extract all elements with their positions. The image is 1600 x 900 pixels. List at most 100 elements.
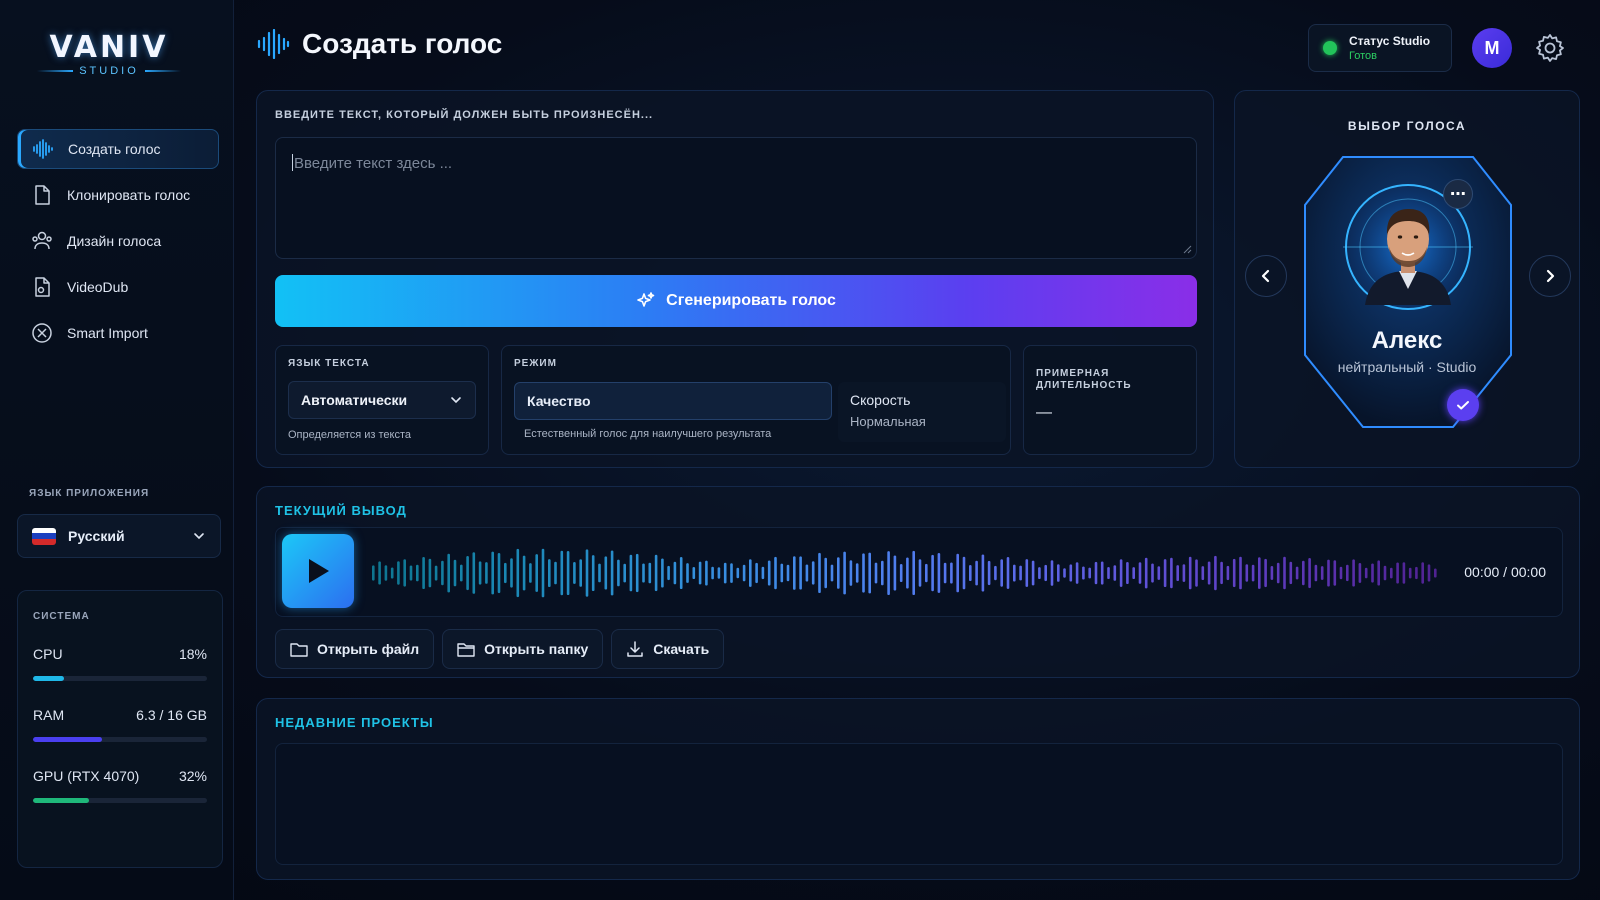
waveform-bar xyxy=(1427,564,1431,582)
system-panel: СИСТЕМА CPU 18% RAM 6.3 / 16 GB GPU (RTX 4… xyxy=(17,590,223,868)
check-icon xyxy=(1457,401,1469,410)
sidebar-item-create-voice[interactable]: Создать голос xyxy=(17,129,219,169)
waveform-bar xyxy=(1006,557,1010,589)
text-language-select[interactable]: Автоматически xyxy=(288,381,476,419)
waveform-bar xyxy=(1094,561,1098,585)
voice-more-button[interactable]: ⋯ xyxy=(1443,179,1473,209)
next-voice-button[interactable] xyxy=(1529,255,1571,297)
waveform-bar xyxy=(849,560,853,586)
text-input-label: ВВЕДИТЕ ТЕКСТ, КОТОРЫЙ ДОЛЖЕН БЫТЬ ПРОИЗ… xyxy=(275,109,654,121)
generate-voice-button[interactable]: Сгенерировать голос xyxy=(275,275,1197,327)
chevron-down-icon xyxy=(194,533,204,540)
studio-status[interactable]: Статус Studio Готов xyxy=(1308,24,1452,72)
waveform-bar xyxy=(1283,556,1286,590)
duration-value: — xyxy=(1036,404,1052,421)
ram-bar xyxy=(33,737,207,742)
open-file-button[interactable]: Открыть файл xyxy=(275,629,435,669)
waveform-bar xyxy=(1214,555,1217,591)
waveform-bar xyxy=(661,558,664,588)
open-folder-button[interactable]: Открыть папку xyxy=(442,629,604,669)
waveform-bar xyxy=(554,561,557,585)
voice-selected-check[interactable] xyxy=(1447,389,1479,421)
logo-subtext: STUDIO xyxy=(79,65,139,77)
waveform-bar xyxy=(1289,561,1293,585)
resize-handle-icon[interactable] xyxy=(1182,244,1192,254)
waveform-bar xyxy=(786,564,790,582)
waveform-bar xyxy=(931,554,934,592)
waveform-bar xyxy=(598,563,601,583)
waveform-bar xyxy=(372,565,375,581)
text-input-field[interactable]: Введите текст здесь ... xyxy=(275,137,1197,259)
download-icon xyxy=(627,641,644,657)
waveform-bar xyxy=(881,560,884,586)
sidebar: VANIV STUDIO Создать голос Клонировать г… xyxy=(0,0,234,900)
text-language-label: ЯЗЫК ТЕКСТА xyxy=(288,358,370,369)
waveform-bar xyxy=(1377,560,1380,586)
waveform-bar xyxy=(1239,556,1242,590)
prev-voice-button[interactable] xyxy=(1245,255,1287,297)
voice-subtitle: нейтральный · Studio xyxy=(1337,359,1477,375)
waveform-bar xyxy=(654,554,658,592)
waveform-bar xyxy=(1100,561,1104,585)
sidebar-item-clone-voice[interactable]: Клонировать голос xyxy=(17,175,219,215)
sidebar-item-smart-import[interactable]: Smart Import xyxy=(17,313,219,353)
waveform-bar xyxy=(1126,562,1129,584)
more-horizontal-icon: ⋯ xyxy=(1450,186,1466,203)
waveform-bar xyxy=(1434,568,1437,578)
generate-voice-label: Сгенерировать голос xyxy=(666,292,836,309)
waveform-bar xyxy=(1245,564,1249,582)
waveform[interactable] xyxy=(368,540,1438,606)
waveform-bar xyxy=(1270,566,1274,580)
waveform-bar xyxy=(824,557,827,589)
play-button[interactable] xyxy=(282,534,354,608)
sidebar-item-voice-design[interactable]: Дизайн голоса xyxy=(17,221,219,261)
waveform-bar xyxy=(491,551,494,595)
waveform-bar xyxy=(441,560,444,586)
mode-option: РЕЖИМ Качество Скорость Нормальная Естес… xyxy=(501,345,1011,455)
duration-label: ПРИМЕРНАЯ ДЛИТЕЛЬНОСТЬ xyxy=(1036,368,1132,391)
mode-speed-button[interactable]: Скорость Нормальная xyxy=(838,382,1006,442)
status-dot xyxy=(1323,41,1337,55)
logo-text: VANIV xyxy=(49,30,169,65)
download-button[interactable]: Скачать xyxy=(611,629,725,669)
waveform-bar xyxy=(1320,566,1324,580)
waveform-bar xyxy=(1132,567,1135,579)
waveform-bar xyxy=(906,557,909,589)
waveform-bar xyxy=(799,556,802,590)
waveform-bar xyxy=(579,559,582,587)
app-language-select[interactable]: Русский xyxy=(17,514,221,558)
waveform-bar xyxy=(585,549,589,597)
mode-quality-button[interactable]: Качество xyxy=(514,382,832,420)
voice-selector-panel: ВЫБОР ГОЛОСА ⋯ Алекс нейтральный · Studi… xyxy=(1234,90,1580,468)
waveform-bar xyxy=(478,561,482,585)
waveform-bar xyxy=(975,560,978,586)
waveform-bar xyxy=(1138,562,1142,584)
waveform-bar xyxy=(447,553,450,593)
user-avatar[interactable]: M xyxy=(1472,28,1512,68)
chevron-right-icon xyxy=(1546,269,1555,283)
waveform-bar xyxy=(667,565,670,581)
waveform-bar xyxy=(416,564,419,582)
waveform-bar xyxy=(767,560,771,586)
voice-name: Алекс xyxy=(1371,327,1443,354)
waveform-bar xyxy=(711,566,714,580)
waveform-bar xyxy=(460,564,463,582)
waveform-bar xyxy=(1415,566,1418,580)
text-input-placeholder: Введите текст здесь ... xyxy=(294,155,453,172)
play-icon xyxy=(309,559,329,583)
waveform-bar xyxy=(1075,562,1079,584)
text-language-option: ЯЗЫК ТЕКСТА Автоматически Определяется и… xyxy=(275,345,489,455)
sidebar-item-videodub[interactable]: VideoDub xyxy=(17,267,219,307)
waveform-bar xyxy=(1144,557,1148,589)
waveform-bar xyxy=(1107,567,1110,579)
waveform-bar xyxy=(1025,559,1029,587)
waveform-bar xyxy=(1013,564,1016,582)
waveform-bar xyxy=(956,553,959,593)
waveform-bar xyxy=(541,548,545,598)
recent-projects-panel: НЕДАВНИЕ ПРОЕКТЫ xyxy=(256,698,1580,880)
waveform-bar xyxy=(874,562,878,584)
gear-icon[interactable] xyxy=(1534,32,1566,64)
waveform-bar xyxy=(1264,558,1267,588)
waveform-bar xyxy=(529,563,532,583)
waveform-bar xyxy=(1226,565,1230,581)
